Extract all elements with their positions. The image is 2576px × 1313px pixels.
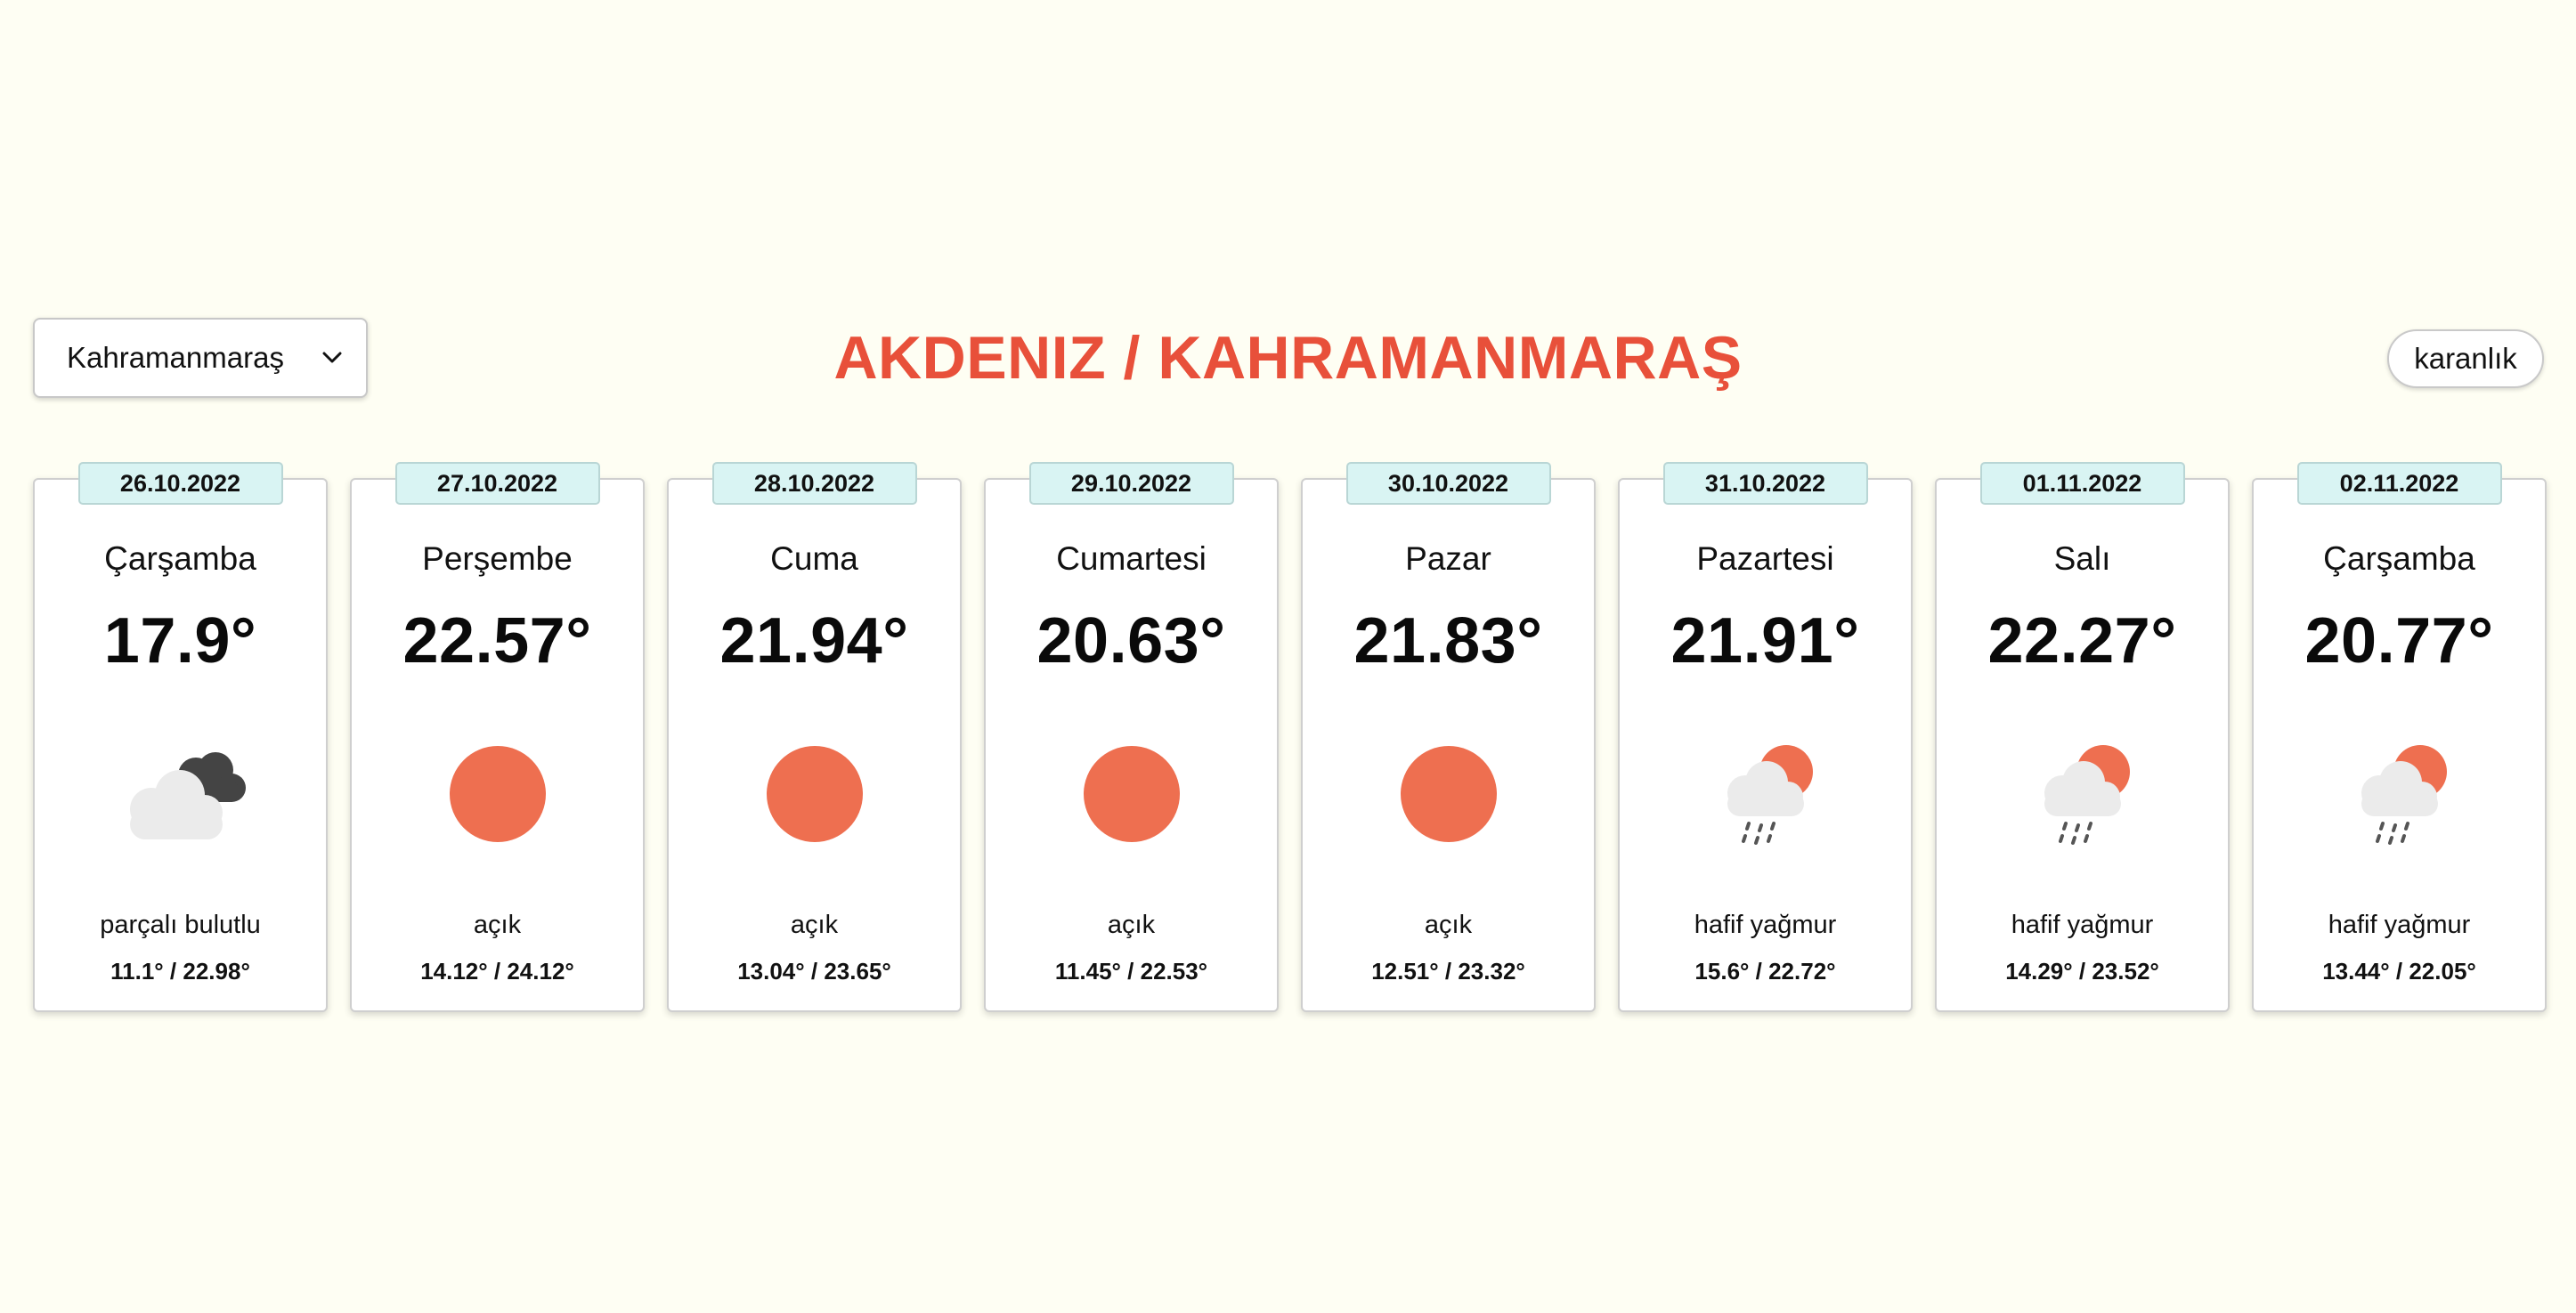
temperature: 21.94° <box>719 605 909 677</box>
min-max-temperature: 14.12° / 24.12° <box>420 958 574 985</box>
weather-description: hafif yağmur <box>2011 911 2154 939</box>
day-name: Pazartesi <box>1696 540 1834 577</box>
date-badge: 31.10.2022 <box>1662 462 1868 505</box>
light-rain-icon <box>1690 736 1841 852</box>
day-name: Salı <box>2053 540 2111 577</box>
weather-description: hafif yağmur <box>2328 911 2471 939</box>
light-rain-icon <box>2324 736 2475 852</box>
light-rain-icon <box>2007 736 2158 852</box>
forecast-card: 31.10.2022 Pazartesi 21.91° hafif yağmur… <box>1618 462 1913 1012</box>
day-name: Cuma <box>770 540 858 577</box>
day-name: Pazar <box>1405 540 1491 577</box>
temperature: 20.77° <box>2304 605 2494 677</box>
date-badge: 01.11.2022 <box>1979 462 2185 505</box>
min-max-temperature: 14.29° / 23.52° <box>2005 958 2159 985</box>
weather-description: açık <box>473 911 522 939</box>
date-badge: 28.10.2022 <box>711 462 917 505</box>
weather-description: açık <box>1424 911 1473 939</box>
sun-icon <box>422 736 573 852</box>
day-name: Çarşamba <box>104 540 256 577</box>
partly-cloudy-icon <box>105 736 256 852</box>
day-name: Çarşamba <box>2323 540 2475 577</box>
min-max-temperature: 12.51° / 23.32° <box>1371 958 1525 985</box>
min-max-temperature: 11.45° / 22.53° <box>1054 958 1208 985</box>
day-name: Perşembe <box>422 540 573 577</box>
temperature: 22.57° <box>402 605 592 677</box>
temperature: 21.83° <box>1353 605 1543 677</box>
weather-description: açık <box>1107 911 1156 939</box>
min-max-temperature: 13.44° / 22.05° <box>2322 958 2476 985</box>
weather-description: parçalı bulutlu <box>100 911 261 939</box>
min-max-temperature: 11.1° / 22.98° <box>110 958 250 985</box>
theme-toggle-button[interactable]: karanlık <box>2387 329 2544 388</box>
date-badge: 27.10.2022 <box>394 462 600 505</box>
forecast-card: 02.11.2022 Çarşamba 20.77° hafif yağmur … <box>2252 462 2547 1012</box>
sun-icon <box>1056 736 1207 852</box>
temperature: 22.27° <box>1987 605 2177 677</box>
forecast-list: 26.10.2022 Çarşamba 17.9° parçalı bulutl <box>33 462 2547 1012</box>
forecast-card: 28.10.2022 Cuma 21.94° açık 13.04° / 23.… <box>667 462 962 1012</box>
date-badge: 29.10.2022 <box>1028 462 1234 505</box>
temperature: 21.91° <box>1670 605 1860 677</box>
weather-description: hafif yağmur <box>1694 911 1837 939</box>
min-max-temperature: 15.6° / 22.72° <box>1694 958 1836 985</box>
date-badge: 26.10.2022 <box>77 462 283 505</box>
forecast-card: 01.11.2022 Salı 22.27° hafif yağmur 14.2… <box>1935 462 2230 1012</box>
min-max-temperature: 13.04° / 23.65° <box>737 958 891 985</box>
page-title: AKDENIZ / KAHRAMANMARAŞ <box>833 324 1743 392</box>
forecast-card: 29.10.2022 Cumartesi 20.63° açık 11.45° … <box>984 462 1279 1012</box>
forecast-card: 27.10.2022 Perşembe 22.57° açık 14.12° /… <box>350 462 645 1012</box>
date-badge: 30.10.2022 <box>1345 462 1551 505</box>
sun-icon <box>739 736 890 852</box>
temperature: 17.9° <box>103 605 257 677</box>
temperature: 20.63° <box>1036 605 1226 677</box>
sun-icon <box>1373 736 1524 852</box>
forecast-card: 30.10.2022 Pazar 21.83° açık 12.51° / 23… <box>1301 462 1596 1012</box>
weather-description: açık <box>790 911 839 939</box>
date-badge: 02.11.2022 <box>2296 462 2502 505</box>
forecast-card: 26.10.2022 Çarşamba 17.9° parçalı bulutl <box>33 462 328 1012</box>
day-name: Cumartesi <box>1056 540 1207 577</box>
